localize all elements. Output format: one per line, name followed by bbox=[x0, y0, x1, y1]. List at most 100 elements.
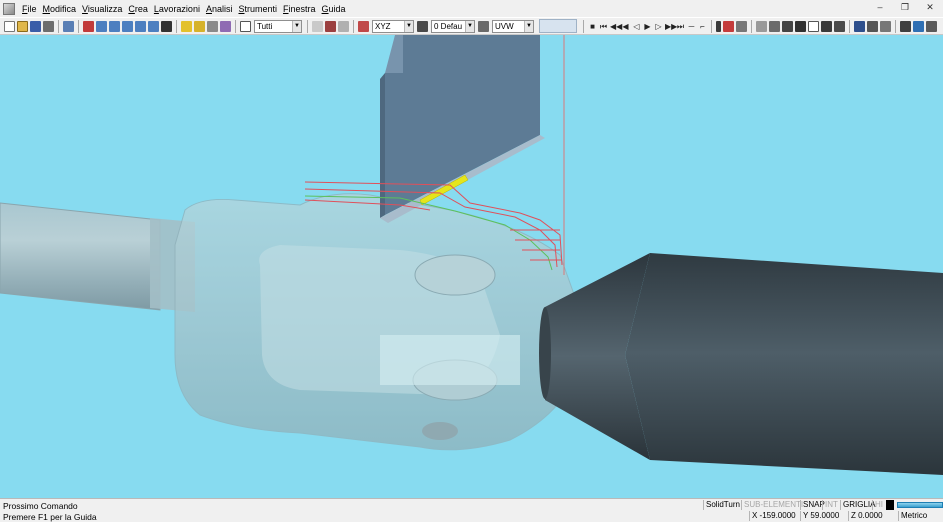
fixture-icon[interactable] bbox=[808, 20, 819, 32]
menu-visualizza[interactable]: Visualizza bbox=[79, 4, 125, 14]
menu-guida[interactable]: Guida bbox=[319, 4, 349, 14]
menu-modifica[interactable]: Modifica bbox=[40, 4, 80, 14]
sim-prev-icon[interactable]: ◁ bbox=[632, 21, 641, 32]
tool-show-icon[interactable] bbox=[716, 20, 721, 32]
tool-list-icon[interactable] bbox=[736, 20, 747, 32]
toolbar-separator bbox=[353, 19, 354, 33]
post-icon[interactable] bbox=[926, 20, 937, 32]
close-button[interactable]: ✕ bbox=[919, 1, 941, 14]
toolbar-separator bbox=[711, 19, 712, 33]
help-hint: Premere F1 per la Guida bbox=[3, 512, 97, 522]
sim-step-back-icon[interactable]: ◀◀ bbox=[610, 21, 622, 32]
pan-icon[interactable] bbox=[161, 20, 172, 32]
axes-icon[interactable] bbox=[478, 20, 489, 32]
refresh-icon[interactable] bbox=[148, 20, 159, 32]
graphics-viewport[interactable] bbox=[0, 35, 943, 498]
status-bar: Prossimo Comando Premere F1 per la Guida… bbox=[0, 498, 943, 522]
filter-combo[interactable]: Tutti ▼ bbox=[254, 19, 302, 33]
undo-icon[interactable] bbox=[312, 20, 323, 32]
zoom-window-icon[interactable] bbox=[83, 20, 94, 32]
minimize-button[interactable]: – bbox=[869, 1, 891, 14]
toolbar-separator bbox=[895, 19, 896, 33]
toolbar-separator bbox=[78, 19, 79, 33]
part-icon[interactable] bbox=[795, 20, 806, 32]
wireframe-icon[interactable] bbox=[194, 20, 205, 32]
simulate-icon[interactable] bbox=[913, 20, 924, 32]
shaft bbox=[0, 202, 161, 311]
new-file-icon[interactable] bbox=[4, 20, 15, 32]
tool-holder-front bbox=[385, 35, 540, 215]
redo-icon[interactable] bbox=[325, 20, 336, 32]
status-indicator bbox=[886, 500, 894, 510]
hidden-line-icon[interactable] bbox=[207, 20, 218, 32]
zoom-in-icon[interactable] bbox=[96, 20, 107, 32]
select-pointer-icon[interactable] bbox=[240, 20, 251, 32]
sim-line-icon[interactable]: ─ bbox=[687, 21, 696, 32]
tool-holder-top bbox=[385, 35, 403, 73]
sim-forward-icon[interactable]: ▶▶ bbox=[665, 21, 677, 32]
zoom-extents-icon[interactable] bbox=[135, 20, 146, 32]
coord-z: Z 0.0000 bbox=[848, 511, 883, 521]
menu-finestra[interactable]: Finestra bbox=[280, 4, 319, 14]
menu-crea[interactable]: Crea bbox=[125, 4, 151, 14]
tailstock-tip bbox=[539, 307, 551, 399]
view-combo[interactable]: 0 Defau ▼ bbox=[431, 19, 475, 33]
workpiece-highlight bbox=[380, 335, 520, 385]
int-toggle[interactable]: INT bbox=[822, 500, 840, 510]
menu-bar: File Modifica Visualizza Crea Lavorazion… bbox=[0, 0, 943, 17]
sim-next-icon[interactable]: ▷ bbox=[654, 21, 663, 32]
toolbar-separator bbox=[751, 19, 752, 33]
plane-icon[interactable] bbox=[358, 20, 369, 32]
menu-file[interactable]: File bbox=[19, 4, 40, 14]
sim-stop-icon[interactable]: ■ bbox=[588, 21, 597, 32]
units-indicator: Metrico bbox=[898, 511, 927, 521]
open-folder-icon[interactable] bbox=[17, 20, 28, 32]
zoom-out-icon[interactable] bbox=[109, 20, 120, 32]
shade-icon[interactable] bbox=[181, 20, 192, 32]
sim-rewind-icon[interactable]: ⏮ bbox=[599, 21, 608, 32]
hi-toggle[interactable]: HI bbox=[872, 500, 885, 510]
solid-op-icon[interactable] bbox=[867, 20, 878, 32]
tool-color-icon[interactable] bbox=[723, 20, 734, 32]
chevron-down-icon: ▼ bbox=[292, 20, 301, 32]
tool-holder-edge bbox=[380, 73, 385, 218]
chuck-icon[interactable] bbox=[821, 20, 832, 32]
coord-y: Y 59.0000 bbox=[800, 511, 839, 521]
toolbar-separator bbox=[176, 19, 177, 33]
render-icon[interactable] bbox=[220, 20, 231, 32]
axes-combo[interactable]: UVW ▼ bbox=[492, 19, 534, 33]
solid-icon[interactable] bbox=[854, 20, 865, 32]
print-icon[interactable] bbox=[43, 20, 54, 32]
sub-elements-toggle[interactable]: SUB-ELEMENTI bbox=[741, 500, 805, 510]
mode-indicator: SolidTurn bbox=[703, 500, 742, 510]
command-input[interactable] bbox=[539, 19, 577, 33]
menu-lavorazioni[interactable]: Lavorazioni bbox=[151, 4, 203, 14]
stop-icon[interactable] bbox=[338, 20, 349, 32]
tailstock-icon[interactable] bbox=[834, 20, 845, 32]
menu-strumenti[interactable]: Strumenti bbox=[235, 4, 280, 14]
app-icon[interactable] bbox=[3, 2, 15, 15]
solid-compare-icon[interactable] bbox=[880, 20, 891, 32]
sim-back-icon[interactable]: ◀ bbox=[621, 21, 630, 32]
sim-end-icon[interactable]: ⏭ bbox=[676, 21, 685, 32]
plane-combo[interactable]: XYZ ▼ bbox=[372, 19, 414, 33]
sim-path-icon[interactable]: ⌐ bbox=[698, 21, 707, 32]
zoom-all-icon[interactable] bbox=[122, 20, 133, 32]
section-icon[interactable] bbox=[769, 20, 780, 32]
window-controls: – ❐ ✕ bbox=[869, 1, 941, 14]
save-icon[interactable] bbox=[30, 20, 41, 32]
tool-path-icon[interactable] bbox=[900, 20, 911, 32]
menu-analisi[interactable]: Analisi bbox=[203, 4, 236, 14]
stock-icon[interactable] bbox=[782, 20, 793, 32]
measure-icon[interactable] bbox=[756, 20, 767, 32]
toolbar-separator bbox=[58, 19, 59, 33]
chevron-down-icon: ▼ bbox=[465, 20, 474, 32]
sim-play-icon[interactable]: ▶ bbox=[643, 21, 652, 32]
coord-x: X -159.0000 bbox=[749, 511, 796, 521]
command-prompt: Prossimo Comando bbox=[3, 501, 78, 511]
view-icon[interactable] bbox=[417, 20, 428, 32]
toolbar-separator bbox=[235, 19, 236, 33]
tailstock-body bbox=[625, 253, 943, 475]
restore-button[interactable]: ❐ bbox=[894, 1, 916, 14]
print-preview-icon[interactable] bbox=[63, 20, 74, 32]
